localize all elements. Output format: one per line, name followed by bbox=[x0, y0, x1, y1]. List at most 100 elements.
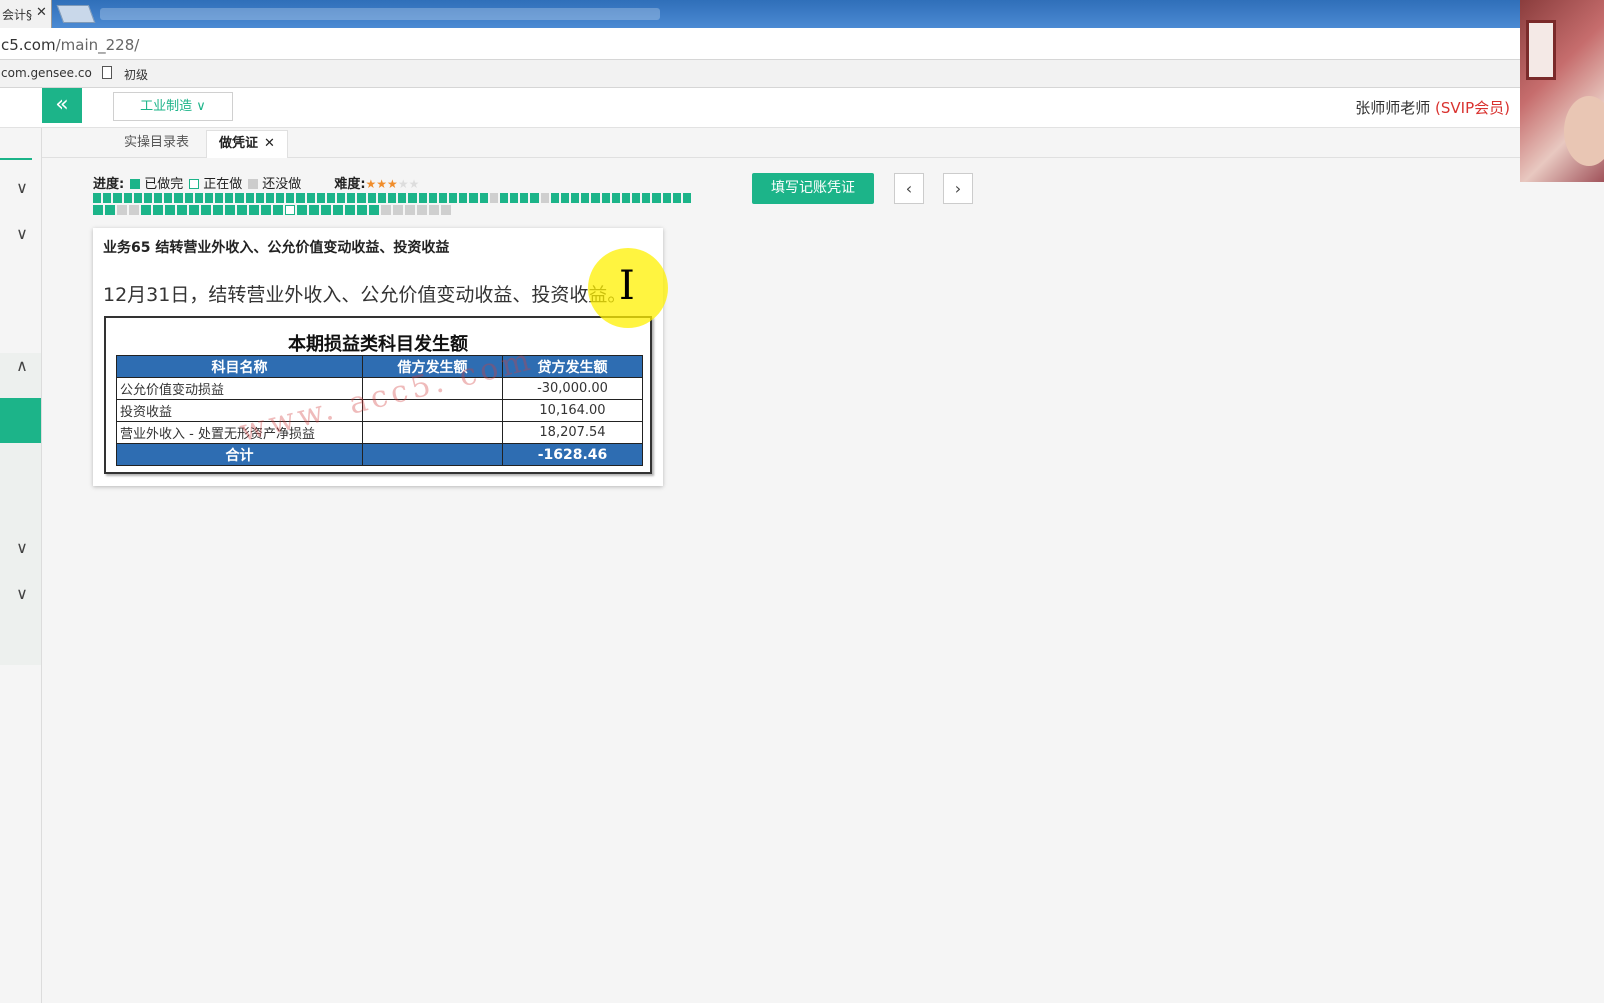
progress-cell[interactable] bbox=[369, 205, 379, 215]
progress-cell[interactable] bbox=[194, 193, 203, 203]
progress-cell[interactable] bbox=[306, 193, 315, 203]
close-icon[interactable]: ✕ bbox=[36, 5, 47, 20]
progress-cell[interactable] bbox=[249, 205, 259, 215]
sidebar-active-item[interactable] bbox=[0, 398, 41, 443]
browser-tab[interactable]: 会计§ ✕ bbox=[0, 0, 52, 28]
chevron-up-icon[interactable]: ∧ bbox=[14, 358, 30, 374]
progress-cell[interactable] bbox=[408, 193, 417, 203]
progress-cell[interactable] bbox=[449, 193, 458, 203]
progress-cell[interactable] bbox=[428, 193, 437, 203]
tab-catalog[interactable]: 实操目录表 bbox=[112, 130, 201, 158]
progress-cell[interactable] bbox=[103, 193, 112, 203]
progress-cell[interactable] bbox=[174, 193, 183, 203]
progress-cell[interactable] bbox=[438, 193, 448, 203]
progress-cell[interactable] bbox=[297, 205, 307, 215]
progress-cell[interactable] bbox=[377, 193, 386, 203]
progress-cell[interactable] bbox=[143, 193, 153, 203]
progress-cell[interactable] bbox=[286, 193, 295, 203]
progress-cell[interactable] bbox=[479, 193, 488, 203]
progress-cell[interactable] bbox=[276, 193, 285, 203]
progress-cell[interactable] bbox=[177, 205, 187, 215]
progress-cell[interactable] bbox=[489, 193, 498, 203]
progress-cell[interactable] bbox=[387, 193, 397, 203]
progress-cell[interactable] bbox=[510, 193, 519, 203]
progress-cell[interactable] bbox=[273, 205, 283, 215]
progress-cell[interactable] bbox=[189, 205, 199, 215]
progress-cell[interactable] bbox=[153, 205, 163, 215]
close-icon[interactable]: ✕ bbox=[264, 136, 275, 151]
progress-cell[interactable] bbox=[141, 205, 151, 215]
progress-cell[interactable] bbox=[204, 193, 214, 203]
address-bar[interactable]: c5.com/main_228/ bbox=[0, 28, 1520, 60]
progress-cell[interactable] bbox=[560, 193, 570, 203]
progress-cell[interactable] bbox=[530, 193, 539, 203]
progress-cell[interactable] bbox=[662, 193, 671, 203]
progress-cell[interactable] bbox=[345, 205, 355, 215]
bookmark-chuji[interactable]: 初级 bbox=[124, 66, 148, 83]
progress-cell[interactable] bbox=[357, 193, 366, 203]
progress-cell[interactable] bbox=[326, 193, 336, 203]
progress-cell[interactable] bbox=[213, 205, 223, 215]
progress-cell[interactable] bbox=[418, 193, 427, 203]
progress-cell[interactable] bbox=[429, 205, 439, 215]
progress-cell[interactable] bbox=[164, 193, 173, 203]
progress-cell[interactable] bbox=[113, 193, 122, 203]
next-button[interactable]: › bbox=[943, 173, 973, 204]
progress-cell[interactable] bbox=[581, 193, 590, 203]
bookmark-gensee[interactable]: com.gensee.co bbox=[1, 66, 92, 80]
progress-cell[interactable] bbox=[225, 193, 234, 203]
progress-cell[interactable] bbox=[321, 205, 331, 215]
progress-cell[interactable] bbox=[621, 193, 631, 203]
progress-cell[interactable] bbox=[225, 205, 235, 215]
progress-cell[interactable] bbox=[469, 193, 478, 203]
industry-dropdown[interactable]: 工业制造 ∨ bbox=[113, 92, 233, 121]
progress-cell[interactable] bbox=[459, 193, 468, 203]
progress-cell[interactable] bbox=[540, 193, 549, 203]
progress-cell[interactable] bbox=[245, 193, 254, 203]
progress-cell[interactable] bbox=[405, 205, 415, 215]
progress-cell[interactable] bbox=[184, 193, 193, 203]
progress-cell[interactable] bbox=[129, 205, 139, 215]
progress-cell[interactable] bbox=[499, 193, 509, 203]
progress-cell[interactable] bbox=[285, 205, 295, 215]
progress-cell[interactable] bbox=[652, 193, 661, 203]
chevron-down-icon[interactable]: ∨ bbox=[14, 226, 30, 242]
progress-cell[interactable] bbox=[520, 193, 529, 203]
chevron-down-icon[interactable]: ∨ bbox=[14, 180, 30, 196]
progress-cell[interactable] bbox=[367, 193, 376, 203]
progress-cell[interactable] bbox=[261, 205, 271, 215]
progress-cell[interactable] bbox=[441, 205, 451, 215]
progress-cell[interactable] bbox=[611, 193, 620, 203]
collapse-sidebar-button[interactable]: « bbox=[42, 88, 82, 123]
progress-cell[interactable] bbox=[117, 205, 127, 215]
progress-cell[interactable] bbox=[601, 193, 610, 203]
progress-cell[interactable] bbox=[235, 193, 244, 203]
progress-cell[interactable] bbox=[550, 193, 559, 203]
progress-cell[interactable] bbox=[93, 193, 102, 203]
progress-cell[interactable] bbox=[316, 193, 325, 203]
progress-cell[interactable] bbox=[237, 205, 247, 215]
progress-cell[interactable] bbox=[265, 193, 275, 203]
chevron-down-icon[interactable]: ∨ bbox=[14, 540, 30, 556]
progress-cell[interactable] bbox=[417, 205, 427, 215]
progress-cell[interactable] bbox=[105, 205, 115, 215]
progress-cell[interactable] bbox=[347, 193, 356, 203]
progress-cell[interactable] bbox=[398, 193, 407, 203]
progress-cell[interactable] bbox=[154, 193, 163, 203]
progress-cell[interactable] bbox=[133, 193, 142, 203]
progress-cell[interactable] bbox=[571, 193, 580, 203]
progress-cell[interactable] bbox=[591, 193, 600, 203]
progress-cell[interactable] bbox=[672, 193, 681, 203]
progress-cell[interactable] bbox=[333, 205, 343, 215]
progress-cell[interactable] bbox=[165, 205, 175, 215]
progress-cell[interactable] bbox=[632, 193, 641, 203]
progress-cell[interactable] bbox=[123, 193, 132, 203]
fill-voucher-button[interactable]: 填写记账凭证 bbox=[752, 173, 874, 204]
progress-cell[interactable] bbox=[337, 193, 346, 203]
progress-cell[interactable] bbox=[309, 205, 319, 215]
progress-cell[interactable] bbox=[296, 193, 305, 203]
progress-cell[interactable] bbox=[393, 205, 403, 215]
new-tab-button[interactable] bbox=[56, 5, 96, 23]
progress-cell[interactable] bbox=[381, 205, 391, 215]
progress-cell[interactable] bbox=[255, 193, 264, 203]
